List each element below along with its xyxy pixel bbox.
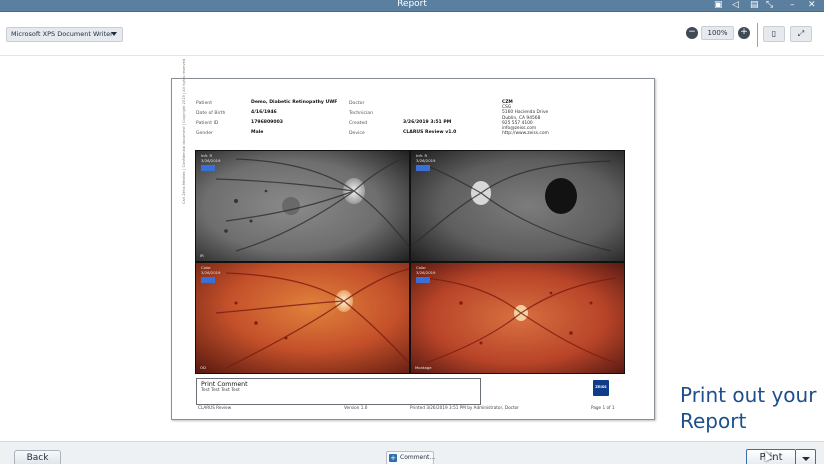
fundus-ir-image xyxy=(196,151,409,261)
value-created: 3/26/2019 3:51 PM xyxy=(403,120,452,125)
label-device: Device xyxy=(349,131,365,136)
save-icon[interactable]: ▤ xyxy=(750,0,759,11)
fundus-image-grid: Infr. R 3/26/2019 IR Infr. R 3/26/2019 C… xyxy=(195,150,625,374)
toolbar-divider xyxy=(757,23,758,47)
print-preview: Carl Zeiss Meditec | Confidential docume… xyxy=(0,57,824,441)
image-label: Color 3/26/2019 xyxy=(201,265,221,275)
image-tag xyxy=(201,277,215,283)
image-tag xyxy=(416,277,430,283)
address-line: http://www.zeiss.com xyxy=(502,131,549,137)
comment-title: Print Comment xyxy=(201,381,248,388)
back-button[interactable]: Back xyxy=(14,450,61,464)
fit-page-icon: ▯ xyxy=(771,29,777,38)
footer-printed: Printed 3/26/2019 3:51 PM by Administrat… xyxy=(410,405,519,410)
title-bar: Report ▣ ◁ ▤ ⤡ – ✕ xyxy=(0,0,824,12)
value-gender: Male xyxy=(251,130,264,135)
fundus-ir-image xyxy=(411,151,624,261)
zoom-out-button[interactable]: − xyxy=(686,27,698,39)
add-icon: + xyxy=(389,454,397,462)
value-dob: 4/16/1946 xyxy=(251,110,277,115)
promo-line-2: Report xyxy=(680,409,747,433)
print-comment-box: Print Comment Test Test Test Test xyxy=(196,378,481,405)
print-options-dropdown[interactable] xyxy=(796,449,816,464)
image-tag xyxy=(416,165,430,171)
close-icon[interactable]: ✕ xyxy=(808,0,816,11)
image-date: 3/26/2019 xyxy=(201,157,221,163)
image-label: Infr. R 3/26/2019 xyxy=(416,153,436,163)
image-label: Infr. R 3/26/2019 xyxy=(201,153,221,163)
bottom-bar: Back + Comment... Print xyxy=(0,441,824,464)
expand-button[interactable]: ⤢ xyxy=(790,26,812,42)
footer-left: CLARUS Review xyxy=(198,405,232,410)
zeiss-logo: ZEISS xyxy=(593,380,609,396)
image-date: 3/26/2019 xyxy=(416,157,436,163)
comment-text: Test Test Test Test xyxy=(201,388,240,393)
image-tag xyxy=(201,165,215,171)
print-icon[interactable]: ▣ xyxy=(714,0,723,11)
logo-text: ZEISS xyxy=(595,385,607,389)
fundus-image-ir-1: Infr. R 3/26/2019 IR xyxy=(196,151,409,261)
expand-icon: ⤢ xyxy=(797,29,805,38)
label-created: Created xyxy=(349,121,368,126)
report-page: Carl Zeiss Meditec | Confidential docume… xyxy=(171,59,655,420)
fundus-image-color-1: Color 3/26/2019 OD xyxy=(196,263,409,373)
image-corner-label: OD xyxy=(200,365,206,370)
report-window: Report ▣ ◁ ▤ ⤡ – ✕ Microsoft XPS Documen… xyxy=(0,0,824,464)
image-corner-label: IR xyxy=(200,253,204,258)
zoom-level[interactable]: 100% xyxy=(701,26,734,40)
minus-icon: − xyxy=(688,27,696,37)
label-patient-id: Patient ID xyxy=(196,121,219,126)
label-technician: Technician xyxy=(349,111,374,116)
fit-page-button[interactable]: ▯ xyxy=(763,26,785,42)
plus-icon: + xyxy=(740,27,748,37)
image-date: 3/26/2019 xyxy=(201,269,221,275)
chevron-down-icon xyxy=(111,32,117,36)
zoom-in-button[interactable]: + xyxy=(738,27,750,39)
toolbar: Microsoft XPS Document Writer − 100% + ▯… xyxy=(0,12,824,56)
collapse-icon[interactable]: ⤡ xyxy=(766,0,773,11)
promo-text: Print out your Report xyxy=(680,382,820,434)
fundus-image-ir-2: Infr. R 3/26/2019 xyxy=(411,151,624,261)
comment-button-label: Comment... xyxy=(400,454,436,461)
label-gender: Gender xyxy=(196,131,213,136)
image-label: Color 3/26/2019 xyxy=(416,265,436,275)
image-date: 3/26/2019 xyxy=(416,269,436,275)
side-text: Carl Zeiss Meditec | Confidential docume… xyxy=(182,58,186,204)
fundus-color-image xyxy=(196,263,409,373)
value-patient-id: 1796809003 xyxy=(251,120,283,125)
comment-button[interactable]: + Comment... xyxy=(386,451,436,464)
fundus-image-color-montage: Color 3/26/2019 Montage xyxy=(411,263,624,373)
value-device: CLARUS Review v1.0 xyxy=(403,130,457,135)
clinic-address: CZM CSG 5160 Hacienda Drive Dublin, CA 9… xyxy=(502,100,549,136)
printer-select[interactable]: Microsoft XPS Document Writer xyxy=(6,27,123,42)
back-icon[interactable]: ◁ xyxy=(732,0,739,11)
minimize-icon[interactable]: – xyxy=(790,0,795,11)
address-line: 5160 Hacienda Drive xyxy=(502,110,549,116)
printer-select-value: Microsoft XPS Document Writer xyxy=(11,30,113,38)
promo-line-1: Print out your xyxy=(680,383,817,407)
footer-page: Page 1 of 1 xyxy=(591,405,615,410)
label-dob: Date of Birth xyxy=(196,111,226,116)
chevron-down-icon xyxy=(802,457,810,461)
label-patient: Patient xyxy=(196,101,212,106)
image-corner-label: Montage xyxy=(415,365,432,370)
footer-center: Version 1.0 xyxy=(344,405,368,410)
window-title: Report xyxy=(397,0,427,9)
fundus-color-image xyxy=(411,263,624,373)
value-patient: Demo, Diabetic Retinopathy UWF xyxy=(251,100,338,105)
label-doctor: Doctor xyxy=(349,101,365,106)
